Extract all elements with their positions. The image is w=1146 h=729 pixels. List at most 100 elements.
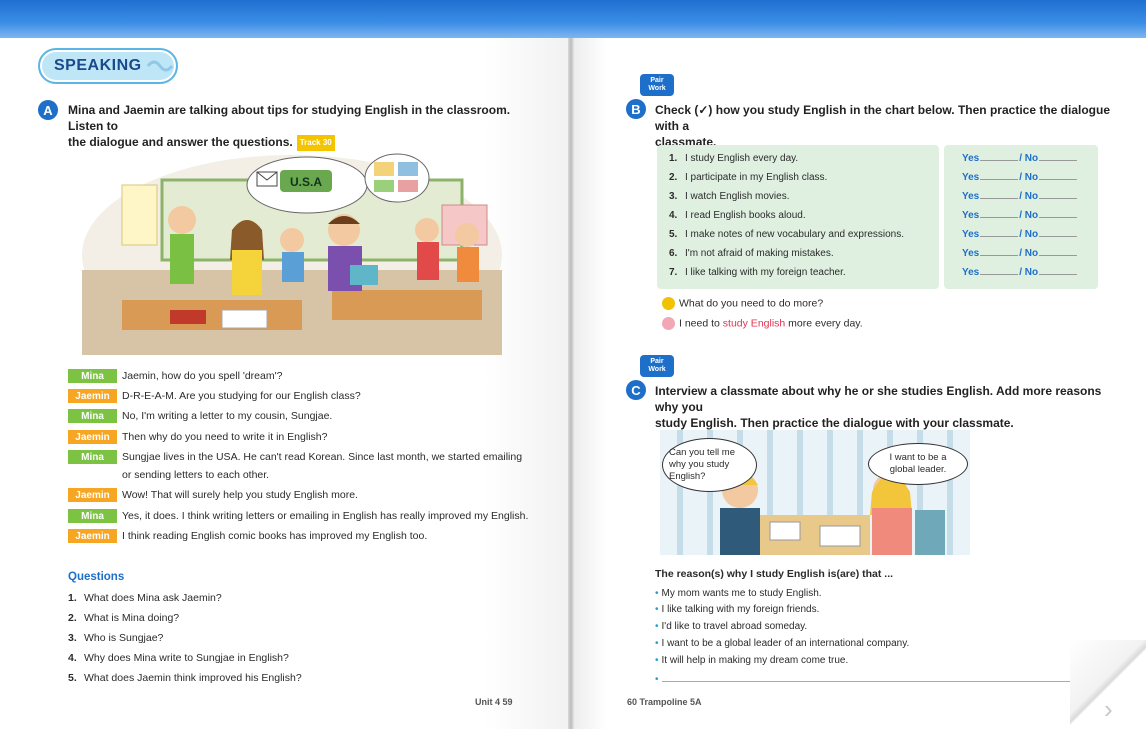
reason-item-3: • I'd like to travel abroad someday.: [655, 621, 807, 632]
answer-blank[interactable]: [1039, 198, 1078, 199]
answer-blank[interactable]: [980, 236, 1019, 237]
pair-work-label: Pair Work: [648, 77, 666, 92]
reason-text: I like talking with my foreign friends.: [661, 604, 820, 615]
answer-blank[interactable]: [1039, 179, 1078, 180]
speaker-a-icon: [662, 297, 675, 310]
instruction-line-2: the dialogue and answer the questions. Tr…: [68, 134, 538, 151]
question-text: Who is Sungjae?: [84, 632, 164, 644]
chart-row-number: 6.: [669, 248, 678, 259]
question-1: 1. What does Mina ask Jaemin?: [68, 592, 222, 604]
yes-no-choice-6[interactable]: Yes / No: [962, 248, 1078, 259]
answer-blank[interactable]: [1039, 160, 1078, 161]
bullet-icon: •: [655, 655, 659, 666]
dialogue-text: Yes, it does. I think writing letters or…: [122, 510, 529, 522]
answer-blank[interactable]: [1039, 274, 1078, 275]
instruction-line: Mina and Jaemin are talking about tips f…: [68, 103, 511, 133]
pair-work-badge-c: Pair Work: [640, 355, 674, 377]
dialogue-text: Then why do you need to write it in Engl…: [122, 431, 328, 443]
question-text: What is Mina doing?: [84, 612, 180, 624]
next-page-arrow-icon[interactable]: ›: [1104, 694, 1113, 725]
no-label: / No: [1019, 172, 1039, 183]
yes-no-choice-7[interactable]: Yes / No: [962, 267, 1078, 278]
book-gutter: [568, 38, 574, 729]
yes-no-choice-5[interactable]: Yes / No: [962, 229, 1078, 240]
speaker-b-icon: [662, 317, 675, 330]
yes-label: Yes: [962, 248, 980, 259]
dialogue-line-2: Jaemin D-R-E-A-M. Are you studying for o…: [68, 389, 361, 404]
chart-row-6: 6. I'm not afraid of making mistakes.: [669, 248, 834, 259]
answer-blank[interactable]: [980, 198, 1019, 199]
dialogue-b-highlight: study English: [722, 317, 786, 330]
no-label: / No: [1019, 153, 1039, 164]
track-badge[interactable]: Track 30: [296, 134, 335, 151]
dialogue-b-prefix: I need to: [679, 317, 723, 330]
instruction-line: Check (✓) how you study English in the c…: [655, 103, 1110, 133]
answer-blank[interactable]: [1039, 255, 1078, 256]
question-number: 5.: [68, 672, 77, 684]
chart-row-text: I like talking with my foreign teacher.: [685, 267, 846, 278]
reason-item-1: • My mom wants me to study English.: [655, 588, 822, 599]
answer-blank[interactable]: [1039, 217, 1078, 218]
yes-no-choice-2[interactable]: Yes / No: [962, 172, 1078, 183]
no-label: / No: [1019, 191, 1039, 202]
reason-blank-line[interactable]: [661, 671, 1072, 682]
reason-item-2: • I like talking with my foreign friends.: [655, 604, 819, 615]
question-2: 2. What is Mina doing?: [68, 612, 179, 624]
bubble-right-text: I want to be a global leader.: [889, 452, 947, 475]
top-banner: [0, 0, 1146, 38]
yes-no-choice-4[interactable]: Yes / No: [962, 210, 1078, 221]
dialogue-line-8: Jaemin I think reading English comic boo…: [68, 529, 427, 544]
no-label: / No: [1019, 248, 1039, 259]
dialogue-text: No, I'm writing a letter to my cousin, S…: [122, 410, 333, 422]
speaker-tag-jaemin: Jaemin: [68, 529, 117, 543]
answer-blank[interactable]: [980, 160, 1019, 161]
speaker-tag-mina: Mina: [68, 509, 117, 523]
speaker-tag-jaemin: Jaemin: [68, 430, 117, 444]
answer-blank[interactable]: [980, 274, 1019, 275]
exercise-b-instruction: Check (✓) how you study English in the c…: [655, 102, 1125, 150]
sample-dialogue-a: What do you need to do more?: [662, 297, 823, 310]
yes-label: Yes: [962, 172, 980, 183]
answer-blank[interactable]: [980, 255, 1019, 256]
exercise-c-label: C: [626, 380, 646, 400]
chart-row-1: 1. I study English every day.: [669, 153, 798, 164]
yes-no-choice-3[interactable]: Yes / No: [962, 191, 1078, 202]
speaking-section-banner: SPEAKING: [38, 48, 178, 84]
speech-wave-icon: [146, 60, 173, 72]
left-page-number: Unit 4 59: [475, 697, 513, 707]
dialogue-line-1: Mina Jaemin, how do you spell 'dream'?: [68, 369, 282, 384]
question-3: 3. Who is Sungjae?: [68, 632, 163, 644]
chart-row-3: 3. I watch English movies.: [669, 191, 790, 202]
bullet-icon: •: [655, 674, 659, 685]
classroom-illustration: U.S.A: [82, 153, 502, 355]
dialogue-b-suffix: more every day.: [785, 317, 863, 330]
chart-row-number: 3.: [669, 191, 678, 202]
exercise-c-instruction: Interview a classmate about why he or sh…: [655, 383, 1125, 431]
reason-item-5: • It will help in making my dream come tr…: [655, 655, 848, 666]
bullet-icon: •: [655, 604, 659, 615]
bullet-icon: •: [655, 638, 659, 649]
dialogue-text: D-R-E-A-M. Are you studying for our Engl…: [122, 390, 361, 402]
exercise-a-label: A: [38, 100, 58, 120]
bullet-icon: •: [655, 621, 659, 632]
question-5: 5. What does Jaemin think improved his En…: [68, 672, 302, 684]
bubble-left-text: Can you tell me why you study English?: [669, 447, 736, 482]
questions-heading: Questions: [68, 571, 125, 583]
dialogue-text-continued: or sending letters to each other.: [122, 469, 270, 481]
question-text: What does Mina ask Jaemin?: [84, 592, 222, 604]
yes-no-choice-1[interactable]: Yes / No: [962, 153, 1078, 164]
chart-row-4: 4. I read English books aloud.: [669, 210, 806, 221]
reason-text: My mom wants me to study English.: [661, 588, 822, 599]
chart-row-text: I'm not afraid of making mistakes.: [685, 248, 834, 259]
dialogue-text: Sungjae lives in the USA. He can't read …: [122, 451, 523, 463]
chart-row-number: 5.: [669, 229, 678, 240]
reason-item-blank[interactable]: •: [655, 671, 1072, 685]
answer-blank[interactable]: [980, 179, 1019, 180]
no-label: / No: [1019, 229, 1039, 240]
yes-label: Yes: [962, 153, 980, 164]
chart-row-text: I read English books aloud.: [685, 210, 806, 221]
answer-blank[interactable]: [1039, 236, 1078, 237]
dialogue-text: I think reading English comic books has …: [122, 530, 428, 542]
answer-blank[interactable]: [980, 217, 1019, 218]
right-page-number: 60 Trampoline 5A: [627, 697, 702, 707]
